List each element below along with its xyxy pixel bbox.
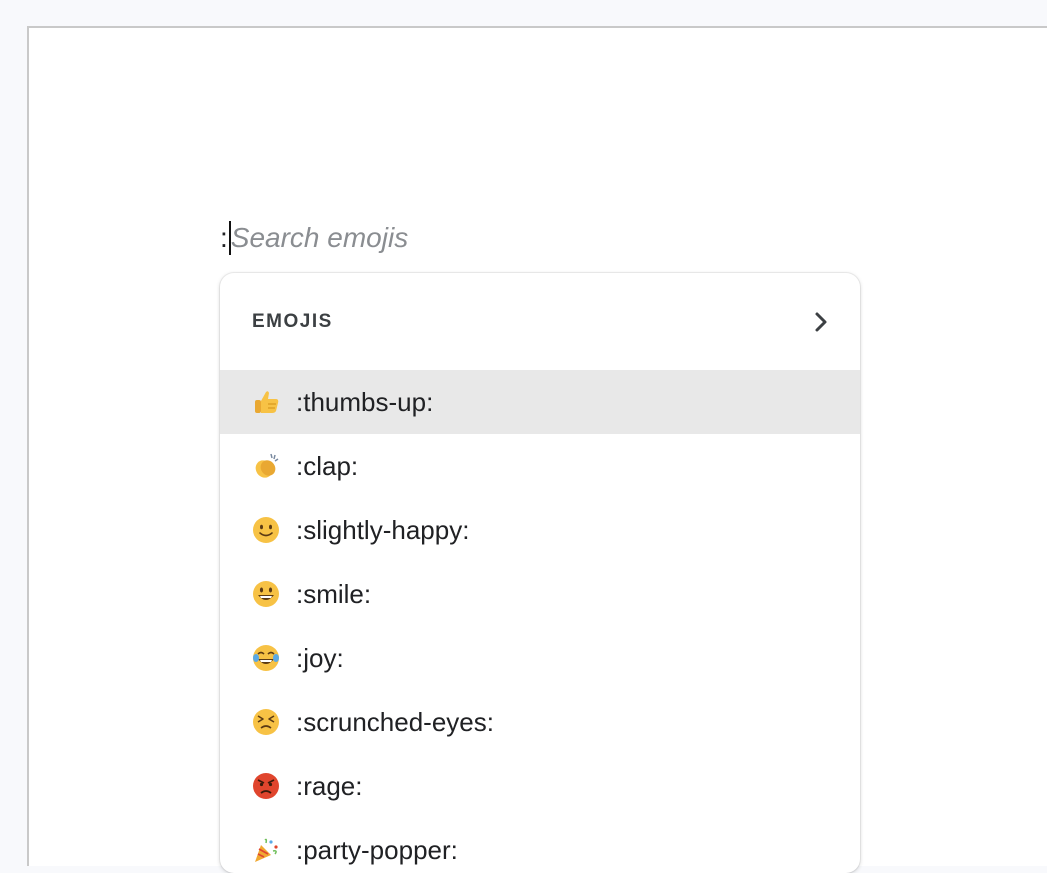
emoji-label: :thumbs-up: bbox=[296, 386, 434, 417]
search-placeholder: Search emojis bbox=[230, 222, 409, 253]
thumbs-up-icon bbox=[251, 387, 281, 417]
scrunched-eyes-icon bbox=[251, 707, 281, 737]
emoji-item-joy[interactable]: :joy: bbox=[220, 626, 860, 690]
emoji-item-slightly-happy[interactable]: :slightly-happy: bbox=[220, 498, 860, 562]
chevron-right-icon[interactable] bbox=[810, 311, 832, 333]
emoji-label: :rage: bbox=[296, 770, 363, 801]
emoji-search-line[interactable]: : Search emojis bbox=[220, 220, 408, 256]
emoji-label: :smile: bbox=[296, 578, 372, 609]
emoji-menu: EMOJIS :thumbs-up: :clap::slightly-happ… bbox=[220, 273, 860, 873]
menu-header: EMOJIS bbox=[220, 273, 860, 370]
clap-icon bbox=[251, 451, 281, 481]
emoji-item-party-popper[interactable]: :party-popper: bbox=[220, 818, 860, 873]
emoji-label: :joy: bbox=[296, 642, 344, 673]
slightly-happy-icon bbox=[251, 515, 281, 545]
search-prefix: : bbox=[220, 222, 228, 253]
emoji-label: :slightly-happy: bbox=[296, 514, 470, 545]
emoji-label: :party-popper: bbox=[296, 834, 458, 865]
emoji-item-smile[interactable]: :smile: bbox=[220, 562, 860, 626]
emoji-label: :scrunched-eyes: bbox=[296, 706, 494, 737]
menu-title: EMOJIS bbox=[252, 310, 333, 332]
emoji-label: :clap: bbox=[296, 450, 359, 481]
party-popper-icon bbox=[251, 835, 281, 865]
emoji-item-rage[interactable]: :rage: bbox=[220, 754, 860, 818]
emoji-item-scrunched-eyes[interactable]: :scrunched-eyes: bbox=[220, 690, 860, 754]
rage-icon bbox=[251, 771, 281, 801]
emoji-item-thumbs-up[interactable]: :thumbs-up: bbox=[220, 370, 860, 434]
emoji-item-clap[interactable]: :clap: bbox=[220, 434, 860, 498]
joy-icon bbox=[251, 643, 281, 673]
smile-icon bbox=[251, 579, 281, 609]
